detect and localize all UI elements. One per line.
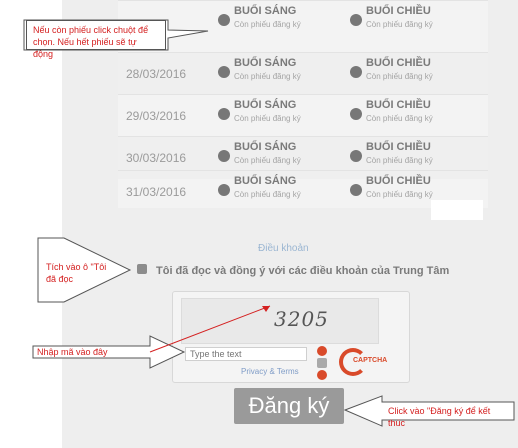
annotation-checkbox-text: Tích vào ô "Tôi đã đọc <box>46 262 107 284</box>
annotation-checkbox: Tích vào ô "Tôi đã đọc <box>40 258 114 286</box>
annotation-captcha-text: Nhập mã vào đây <box>37 347 108 357</box>
annotation-captcha: Nhập mã vào đây <box>34 346 146 358</box>
annotation-top: Nếu còn phiếu click chuột để chọn. Nếu h… <box>26 20 166 59</box>
red-pointer-line <box>149 305 271 353</box>
annotation-arrows <box>23 19 515 427</box>
annotation-submit: Click vào "Đăng ký để kết thúc <box>384 403 512 428</box>
